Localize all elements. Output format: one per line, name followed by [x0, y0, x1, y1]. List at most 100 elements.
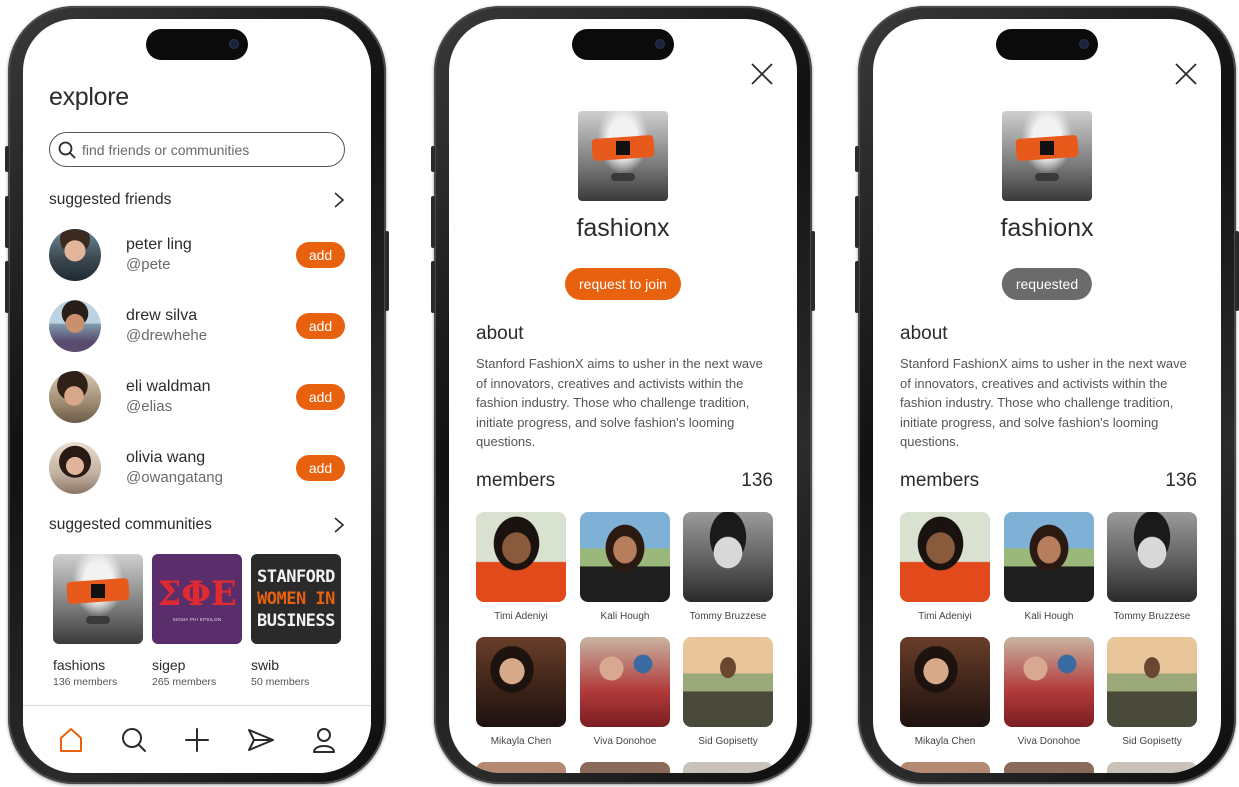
friend-handle: @drewhehe: [126, 327, 208, 344]
member-card[interactable]: Sid Gopisetty: [683, 637, 773, 747]
friend-handle: @pete: [126, 256, 171, 273]
member-card[interactable]: Tommy Bruzzese: [1107, 512, 1197, 622]
member-card[interactable]: Timi Adeniyi: [476, 512, 566, 622]
friend-row[interactable]: drew silva @drewhehe add: [49, 300, 345, 352]
member-card[interactable]: Viva Donohoe: [1004, 637, 1094, 747]
add-friend-button[interactable]: add: [296, 384, 345, 410]
search-icon: [58, 141, 76, 158]
member-photo: [683, 637, 773, 727]
member-card[interactable]: Kali Hough: [580, 512, 670, 622]
member-card[interactable]: Mikayla Chen: [476, 637, 566, 747]
dynamic-island: [572, 29, 674, 60]
avatar: [49, 371, 101, 423]
member-photo: [1004, 512, 1094, 602]
member-photo: [580, 637, 670, 727]
about-heading: about: [476, 323, 524, 344]
add-friend-button[interactable]: add: [296, 313, 345, 339]
member-name: Sid Gopisetty: [1122, 736, 1182, 747]
search-input[interactable]: [82, 141, 322, 158]
member-photo: [683, 512, 773, 602]
about-description: Stanford FashionX aims to usher in the n…: [900, 356, 1187, 449]
community-member-count: 265 members: [152, 676, 217, 688]
member-card[interactable]: Tommy Bruzzese: [683, 512, 773, 622]
member-card[interactable]: Kali Hough: [1004, 512, 1094, 622]
community-card-sigep[interactable]: ΣΦΕ SIGMA PHI EPSILON sigep 265 members: [152, 554, 242, 688]
home-icon[interactable]: [55, 724, 87, 756]
phone-frame-group-requested: fashionx requested about Stanford Fashio…: [855, 6, 1239, 784]
suggested-communities-header[interactable]: suggested communities: [49, 516, 345, 534]
community-card-fashions[interactable]: fashions 136 members: [53, 554, 143, 688]
community-name: swib: [251, 657, 280, 673]
members-header: members 136: [900, 470, 1197, 492]
community-card-swib[interactable]: STANFORD WOMEN IN BUSINESS swib 50 membe…: [251, 554, 341, 688]
community-member-count: 136 members: [53, 676, 118, 688]
phone-frame-group-request: fashionx request to join about Stanford …: [431, 6, 815, 784]
friend-handle: @elias: [126, 398, 173, 415]
friend-name: olivia wang: [126, 449, 206, 466]
avatar: [49, 229, 101, 281]
avatar: [49, 300, 101, 352]
member-name: Kali Hough: [600, 611, 650, 622]
member-name: Mikayla Chen: [490, 736, 552, 747]
member-photo: [1107, 637, 1197, 727]
add-friend-button[interactable]: add: [296, 242, 345, 268]
profile-icon[interactable]: [308, 724, 340, 756]
suggested-friends-header[interactable]: suggested friends: [49, 191, 345, 209]
member-name: Timi Adeniyi: [494, 611, 548, 622]
member-photo: [476, 637, 566, 727]
members-count: 136: [1165, 470, 1197, 491]
members-count: 136: [741, 470, 773, 491]
friend-row[interactable]: olivia wang @owangatang add: [49, 442, 345, 494]
members-header: members 136: [476, 470, 773, 492]
friend-row[interactable]: eli waldman @elias add: [49, 371, 345, 423]
member-card[interactable]: Sid Gopisetty: [1107, 637, 1197, 747]
fashionx-logo: [53, 554, 143, 644]
page-title: explore: [49, 83, 129, 111]
request-to-join-button[interactable]: request to join: [565, 268, 681, 300]
chevron-right-icon[interactable]: [333, 516, 345, 534]
close-icon[interactable]: [749, 61, 775, 87]
friend-name: peter ling: [126, 236, 192, 253]
community-name: sigep: [152, 657, 186, 673]
dynamic-island: [146, 29, 248, 60]
friend-handle: @owangatang: [126, 469, 223, 486]
member-photo: [900, 637, 990, 727]
member-card[interactable]: Viva Donohoe: [580, 637, 670, 747]
group-logo: [1002, 111, 1092, 201]
avatar: [49, 442, 101, 494]
close-icon[interactable]: [1173, 61, 1199, 87]
add-friend-button[interactable]: add: [296, 455, 345, 481]
group-screen-requested: fashionx requested about Stanford Fashio…: [873, 19, 1221, 773]
group-name: fashionx: [1000, 214, 1094, 242]
dynamic-island: [996, 29, 1098, 60]
community-name: fashions: [53, 657, 106, 673]
explore-screen: explore suggested friends peter ling @pe…: [23, 19, 371, 773]
member-name: Sid Gopisetty: [698, 736, 758, 747]
member-name: Viva Donohoe: [593, 736, 657, 747]
member-photo: [900, 512, 990, 602]
sigep-logo: ΣΦΕ SIGMA PHI EPSILON: [152, 554, 242, 644]
friend-name: drew silva: [126, 307, 198, 324]
group-logo: [578, 111, 668, 201]
search-bar[interactable]: [49, 132, 345, 167]
member-card[interactable]: Mikayla Chen: [900, 637, 990, 747]
suggested-friends-label: suggested friends: [49, 191, 172, 208]
search-icon[interactable]: [118, 724, 150, 756]
members-label: members: [900, 470, 980, 491]
bottom-tab-bar: [23, 705, 371, 773]
member-photo: [580, 512, 670, 602]
plus-icon[interactable]: [181, 724, 213, 756]
send-icon[interactable]: [245, 724, 277, 756]
swib-logo: STANFORD WOMEN IN BUSINESS: [251, 554, 341, 644]
member-card[interactable]: Timi Adeniyi: [900, 512, 990, 622]
member-name: Kali Hough: [1024, 611, 1074, 622]
community-member-count: 50 members: [251, 676, 310, 688]
group-screen: fashionx request to join about Stanford …: [449, 19, 797, 773]
about-heading: about: [900, 323, 948, 344]
phone-frame-explore: explore suggested friends peter ling @pe…: [5, 6, 389, 784]
friend-row[interactable]: peter ling @pete add: [49, 229, 345, 281]
chevron-right-icon[interactable]: [333, 191, 345, 209]
member-name: Mikayla Chen: [914, 736, 976, 747]
requested-button[interactable]: requested: [1001, 268, 1093, 300]
about-description: Stanford FashionX aims to usher in the n…: [476, 356, 763, 449]
